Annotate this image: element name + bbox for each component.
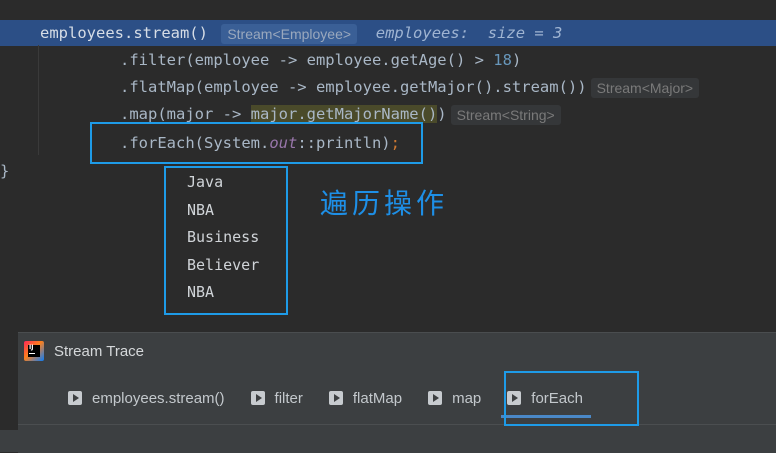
highlighted-expression: major.getMajorName() bbox=[250, 105, 438, 123]
code-line-flatmap[interactable]: .flatMap(employee -> employee.getMajor()… bbox=[120, 74, 700, 100]
tab-divider bbox=[18, 424, 776, 425]
code-text: ) bbox=[437, 105, 447, 123]
tab-filter[interactable]: filter bbox=[243, 384, 313, 412]
indent-guide bbox=[38, 45, 39, 155]
panel-header: IJ Stream Trace bbox=[24, 341, 144, 361]
tab-label: flatMap bbox=[352, 389, 403, 407]
current-debug-line[interactable]: employees.stream() Stream<Employee> empl… bbox=[0, 20, 776, 46]
intellij-icon: IJ bbox=[24, 341, 44, 361]
code-text: ) bbox=[511, 51, 522, 69]
number-literal: 18 bbox=[493, 51, 512, 69]
type-hint: Stream<Employee> bbox=[221, 23, 358, 44]
closing-brace: } bbox=[0, 162, 10, 180]
type-hint: Stream<Major> bbox=[590, 77, 700, 98]
annotation-box-output bbox=[164, 166, 288, 315]
play-icon bbox=[250, 391, 265, 405]
annotation-label: 遍历操作 bbox=[320, 187, 449, 220]
code-line-filter[interactable]: .filter(employee -> employee.getAge() > … bbox=[120, 47, 521, 73]
code-text: .map(major -> bbox=[120, 105, 251, 123]
annotation-box-foreach-tab bbox=[504, 371, 639, 426]
debug-variable-value: size = 3 bbox=[487, 24, 563, 42]
annotation-box-foreach bbox=[90, 122, 423, 164]
code-editor[interactable]: employees.stream() Stream<Employee> empl… bbox=[0, 0, 776, 330]
tab-map[interactable]: map bbox=[420, 384, 491, 412]
tab-label: filter bbox=[274, 389, 303, 407]
tab-employees-stream[interactable]: employees.stream() bbox=[60, 384, 235, 412]
stream-trace-panel: IJ Stream Trace employees.stream() filte… bbox=[18, 332, 776, 453]
panel-title: Stream Trace bbox=[54, 342, 145, 360]
code-text: .flatMap(employee -> employee.getMajor()… bbox=[120, 78, 587, 96]
code-text: .filter(employee -> employee.getAge() > bbox=[120, 51, 494, 69]
type-hint: Stream<String> bbox=[450, 104, 561, 125]
play-icon bbox=[428, 391, 443, 405]
tab-label: map bbox=[452, 389, 482, 407]
left-strip bbox=[0, 430, 18, 452]
tab-flatmap[interactable]: flatMap bbox=[321, 384, 412, 412]
tab-label: employees.stream() bbox=[92, 389, 225, 407]
play-icon bbox=[68, 391, 82, 405]
code-text: employees.stream() bbox=[40, 24, 208, 42]
debug-variable-name: employees: bbox=[375, 24, 470, 42]
play-icon bbox=[328, 391, 343, 405]
